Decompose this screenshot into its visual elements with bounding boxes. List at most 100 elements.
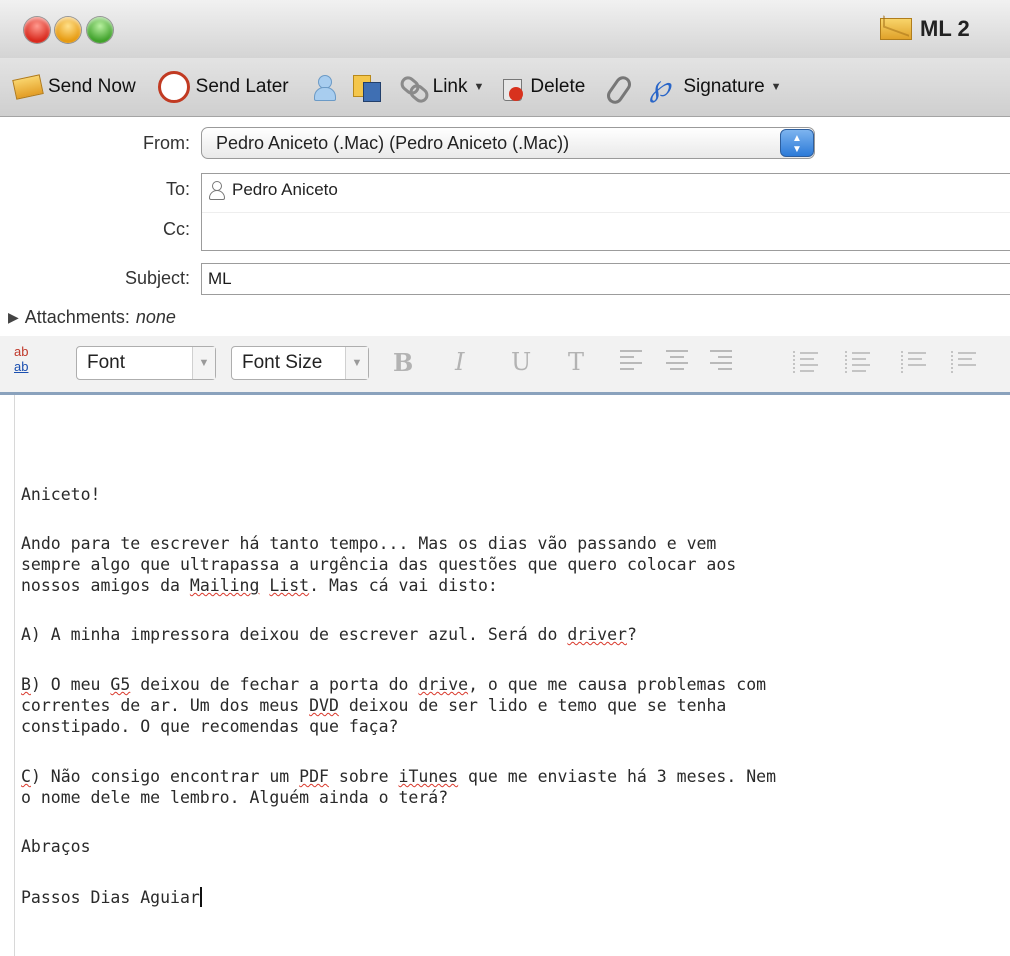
from-select[interactable]: Pedro Aniceto (.Mac) (Pedro Aniceto (.Ma…	[201, 127, 815, 159]
text-run: correntes de ar. Um dos meus	[21, 696, 310, 715]
italic-button[interactable]: I	[455, 348, 464, 376]
text-run: ) O meu	[30, 675, 111, 694]
text-run: ) Não consigo encontrar um	[30, 767, 300, 786]
format-bar: ab ab Font ▼ Font Size ▼ B I U T	[0, 336, 1010, 395]
paragraph-1-line-2: sempre algo que ultrapassa a urgência da…	[21, 555, 737, 574]
person-icon	[208, 180, 226, 200]
subject-label: Subject:	[124, 268, 190, 288]
text-color-button[interactable]: T	[568, 348, 584, 376]
closing-line: Abraços	[21, 837, 91, 856]
link-label: Link	[432, 76, 468, 97]
send-now-icon	[12, 74, 44, 100]
text-run: deixou de ser lido e temo que se tenha	[338, 696, 727, 715]
paragraph-1-line-3: nossos amigos da Mailing List. Mas cá va…	[21, 575, 498, 596]
delete-icon	[500, 73, 524, 101]
delete-button[interactable]: Delete	[500, 73, 585, 101]
from-select-arrows-icon[interactable]: ▲ ▼	[780, 129, 814, 157]
question-b-line-3: constipado. O que recomendas que faça?	[21, 717, 399, 736]
bold-button[interactable]: B	[393, 348, 413, 377]
send-later-icon	[157, 71, 190, 103]
signature-button[interactable]: Signature ▼	[647, 69, 781, 104]
address-book-icon	[311, 73, 337, 101]
to-recipient-name: Pedro Aniceto	[232, 180, 338, 199]
question-b-line-2: correntes de ar. Um dos meus DVD deixou …	[21, 695, 726, 716]
subject-field[interactable]: ML	[201, 263, 1010, 295]
link-icon	[397, 73, 427, 101]
misspelled-word: List	[269, 576, 310, 595]
underline-button[interactable]: U	[511, 348, 531, 376]
subject-value: ML	[208, 269, 232, 288]
misspelled-word: Mailing	[189, 576, 260, 595]
attach-file-icon	[351, 73, 381, 102]
attachments-row[interactable]: ▶ Attachments: none	[8, 307, 176, 328]
align-left-icon[interactable]	[620, 350, 642, 374]
font-select-label: Font	[87, 352, 126, 373]
window-title: ML 2	[880, 14, 970, 44]
font-size-select[interactable]: Font Size ▼	[231, 346, 369, 380]
misspelled-word: PDF	[299, 767, 329, 786]
link-button[interactable]: Link ▼	[397, 73, 485, 101]
send-later-label: Send Later	[195, 76, 289, 97]
signature-label: Signature	[683, 76, 765, 97]
cc-label: Cc:	[163, 219, 190, 239]
title-bar: ML 2	[0, 0, 1010, 59]
misspelled-word: G5	[110, 675, 131, 694]
indent-icon[interactable]	[950, 348, 980, 376]
align-center-icon[interactable]	[666, 350, 688, 374]
spelling-icon[interactable]: ab ab	[14, 344, 52, 380]
paperclip-icon	[605, 73, 631, 101]
misspelled-word: drive	[418, 675, 469, 694]
misspelled-word: driver	[567, 625, 627, 644]
font-select[interactable]: Font ▼	[76, 346, 216, 380]
list-icon[interactable]	[792, 348, 822, 376]
question-c-line-2: o nome dele me lembro. Alguém ainda o te…	[21, 788, 449, 807]
signature-text: Passos Dias Aguiar	[21, 888, 200, 907]
zoom-button[interactable]	[87, 17, 113, 43]
font-select-dropdown-icon: ▼	[192, 347, 215, 379]
toolbar: Send Now Send Later Link ▼ Delete Signat…	[0, 58, 1010, 117]
minimize-button[interactable]	[55, 17, 81, 43]
numbered-list-icon[interactable]	[844, 348, 874, 376]
message-body[interactable]: Aniceto! Ando para te escrever há tanto …	[14, 395, 1005, 956]
disclosure-triangle-icon[interactable]: ▶	[8, 309, 19, 326]
window-title-text: ML 2	[920, 16, 970, 41]
text-run: , o que me causa problemas com	[468, 675, 767, 694]
send-now-button[interactable]: Send Now	[12, 74, 136, 100]
greeting-line: Aniceto!	[21, 485, 101, 504]
envelope-icon	[880, 18, 912, 40]
send-later-button[interactable]: Send Later	[157, 71, 289, 103]
outdent-icon[interactable]	[900, 348, 930, 376]
signature-icon	[647, 69, 677, 104]
question-c-line-1: C) Não consigo encontrar um PDF sobre iT…	[21, 766, 776, 787]
text-run: que me enviaste há 3 meses. Nem	[458, 767, 777, 786]
misspelled-word: DVD	[309, 696, 339, 715]
address-book-button[interactable]	[311, 73, 337, 101]
recipients-field[interactable]: Pedro Aniceto	[201, 173, 1010, 251]
text-run: sobre	[328, 767, 399, 786]
spelling-icon-bottom: ab	[14, 359, 29, 374]
text-run	[259, 576, 269, 595]
to-label: To:	[165, 179, 190, 199]
attach-file-button[interactable]	[351, 73, 381, 102]
link-dropdown-icon: ▼	[473, 81, 485, 93]
close-button[interactable]	[24, 17, 50, 43]
text-run: deixou de fechar a porta do	[130, 675, 419, 694]
spelling-icon-top: ab	[14, 344, 29, 359]
misspelled-word: C	[21, 767, 31, 786]
align-right-icon[interactable]	[710, 350, 732, 374]
text-run: A) A minha impressora deixou de escrever…	[21, 625, 568, 644]
paragraph-1-line-1: Ando para te escrever há tanto tempo... …	[21, 534, 717, 553]
misspelled-word: B	[21, 675, 31, 694]
attach-button[interactable]	[605, 73, 631, 101]
attachments-value: none	[135, 307, 176, 327]
from-value: Pedro Aniceto (.Mac) (Pedro Aniceto (.Ma…	[216, 133, 570, 153]
font-size-select-label: Font Size	[242, 352, 323, 373]
to-recipient-token[interactable]: Pedro Aniceto	[208, 180, 338, 200]
from-label: From:	[143, 133, 190, 153]
cc-field-divider	[202, 212, 1010, 213]
question-b-line-1: B) O meu G5 deixou de fechar a porta do …	[21, 674, 766, 695]
text-run: nossos amigos da	[21, 576, 190, 595]
text-cursor	[199, 887, 202, 907]
text-run: ?	[626, 625, 637, 644]
signature-line: Passos Dias Aguiar	[21, 887, 202, 908]
